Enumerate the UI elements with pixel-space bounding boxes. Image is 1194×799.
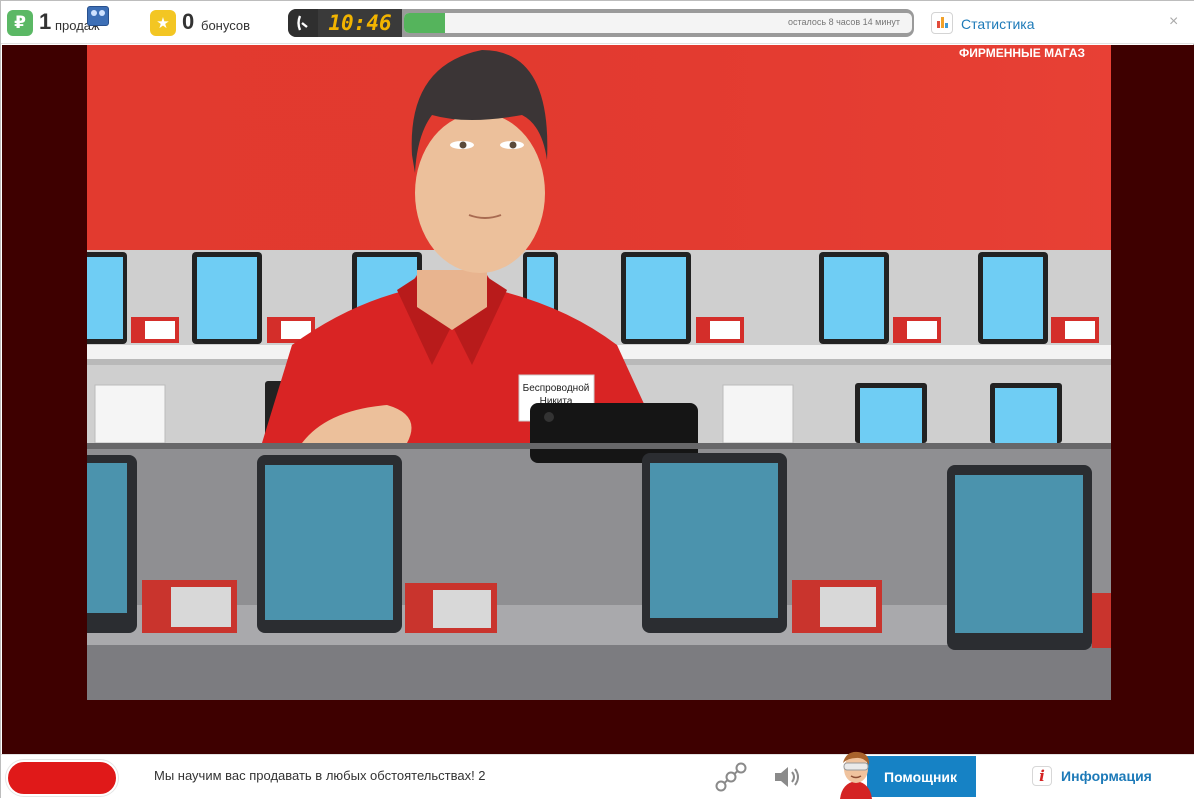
bonus-count: 0: [182, 9, 195, 34]
news-ticker: Мы научим вас продавать в любых обстояте…: [154, 768, 486, 783]
bottom-bar: Мы научим вас продавать в любых обстояте…: [1, 754, 1194, 799]
game-window: ₽ 1 продаж ★ 0 бонусов 10:46 осталось 8 …: [0, 0, 1194, 799]
day-progress-bar: осталось 8 часов 14 минут: [404, 13, 912, 33]
day-progress-fill: [404, 13, 445, 33]
bonus-label: бонусов: [201, 18, 250, 33]
network-icon[interactable]: [715, 762, 747, 792]
sales-count: 1: [39, 9, 52, 34]
statistics-link[interactable]: Статистика: [961, 16, 1035, 32]
badge-line-1: Беспроводной: [523, 383, 590, 394]
video-camera-icon[interactable]: [87, 6, 109, 26]
clock-icon: [297, 15, 308, 31]
close-icon[interactable]: ×: [1169, 13, 1178, 31]
bar-chart-icon[interactable]: [931, 12, 953, 34]
clock-time: 10:46: [318, 9, 402, 37]
speaker-icon[interactable]: [773, 765, 803, 789]
clock-cell: [288, 9, 318, 37]
assistant-button[interactable]: Помощник: [867, 756, 976, 797]
red-action-button[interactable]: [6, 760, 118, 796]
ruble-icon: ₽: [7, 10, 33, 36]
day-timer: 10:46 осталось 8 часов 14 минут: [288, 9, 914, 37]
salesperson-illustration: Беспроводной Никита ФИРМЕННЫЕ МАГАЗ: [87, 45, 1111, 700]
store-sign: ФИРМЕННЫЕ МАГАЗ: [959, 46, 1085, 60]
info-icon[interactable]: i: [1032, 766, 1052, 786]
game-scene[interactable]: Беспроводной Никита ФИРМЕННЫЕ МАГАЗ: [87, 45, 1111, 700]
assistant-avatar[interactable]: [834, 749, 878, 799]
information-link[interactable]: Информация: [1061, 768, 1152, 784]
assistant-label: Помощник: [884, 768, 958, 785]
time-remaining: осталось 8 часов 14 минут: [788, 17, 900, 27]
top-bar: ₽ 1 продаж ★ 0 бонусов 10:46 осталось 8 …: [1, 1, 1194, 44]
star-icon: ★: [150, 10, 176, 36]
